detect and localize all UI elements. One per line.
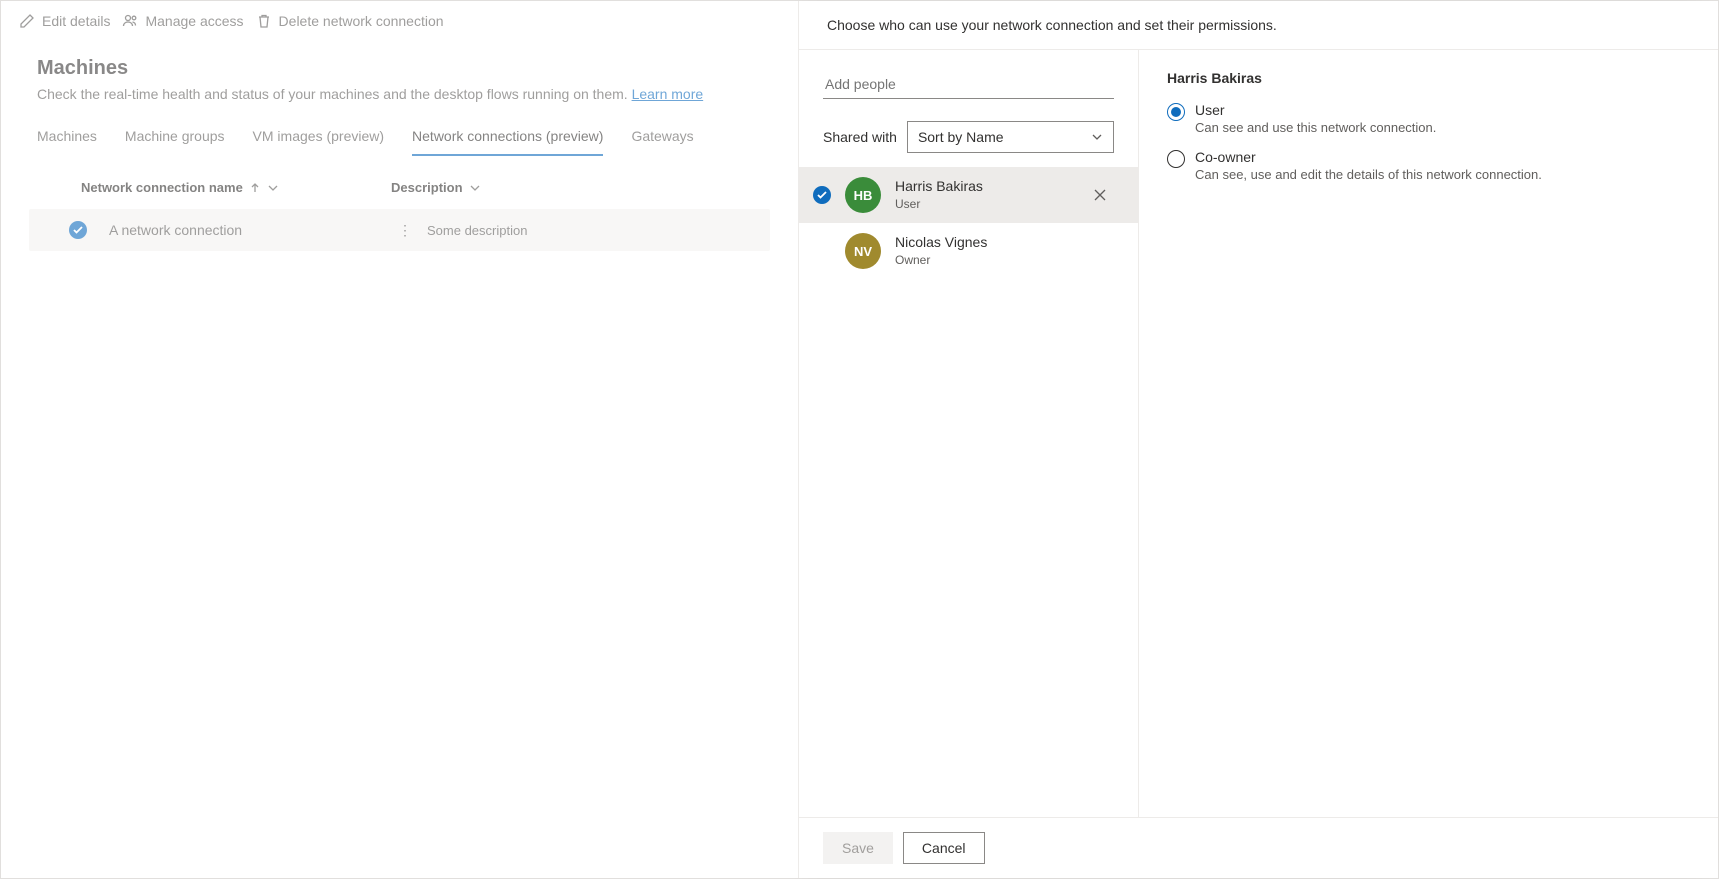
people-icon bbox=[122, 13, 138, 29]
row-description: Some description bbox=[427, 223, 527, 238]
person-selected-indicator bbox=[813, 186, 831, 204]
tab-machines[interactable]: Machines bbox=[37, 120, 97, 156]
learn-more-link[interactable]: Learn more bbox=[632, 86, 704, 102]
sort-dropdown-label: Sort by Name bbox=[918, 129, 1004, 145]
trash-icon bbox=[256, 13, 272, 29]
panel-header: Choose who can use your network connecti… bbox=[799, 1, 1718, 50]
page-title: Machines bbox=[37, 57, 762, 80]
person-name: Nicolas Vignes bbox=[895, 234, 1114, 251]
page-subtitle-text: Check the real-time health and status of… bbox=[37, 86, 632, 102]
manage-access-label: Manage access bbox=[145, 13, 243, 29]
chevron-down-icon bbox=[1091, 131, 1103, 143]
edit-details-button[interactable]: Edit details bbox=[19, 13, 110, 29]
avatar: HB bbox=[845, 177, 881, 213]
permission-user-label: User bbox=[1195, 102, 1436, 118]
edit-details-label: Edit details bbox=[42, 13, 110, 29]
pencil-icon bbox=[19, 13, 35, 29]
permission-user-option[interactable]: User Can see and use this network connec… bbox=[1167, 102, 1690, 135]
check-icon bbox=[73, 225, 83, 235]
sort-asc-icon bbox=[249, 182, 261, 194]
person-name: Harris Bakiras bbox=[895, 178, 1072, 195]
column-header-name[interactable]: Network connection name bbox=[81, 180, 391, 195]
person-row[interactable]: HB Harris Bakiras User bbox=[799, 167, 1138, 223]
manage-access-button[interactable]: Manage access bbox=[122, 13, 243, 29]
tab-network-connections[interactable]: Network connections (preview) bbox=[412, 120, 603, 156]
check-icon bbox=[817, 190, 827, 200]
radio-user[interactable] bbox=[1167, 103, 1185, 121]
delete-connection-label: Delete network connection bbox=[279, 13, 444, 29]
shared-with-label: Shared with bbox=[823, 129, 897, 145]
permission-coowner-label: Co-owner bbox=[1195, 149, 1542, 165]
chevron-down-icon bbox=[267, 182, 279, 194]
delete-connection-button[interactable]: Delete network connection bbox=[256, 13, 444, 29]
save-button: Save bbox=[823, 832, 893, 864]
add-people-input[interactable] bbox=[823, 70, 1114, 99]
table-row[interactable]: A network connection ⋮ Some description bbox=[29, 209, 770, 251]
close-icon bbox=[1094, 189, 1106, 201]
detail-title: Harris Bakiras bbox=[1167, 70, 1690, 86]
permission-user-desc: Can see and use this network connection. bbox=[1195, 120, 1436, 135]
column-header-desc-label: Description bbox=[391, 180, 463, 195]
permission-coowner-desc: Can see, use and edit the details of thi… bbox=[1195, 167, 1542, 182]
person-row[interactable]: NV Nicolas Vignes Owner bbox=[799, 223, 1138, 279]
cancel-button[interactable]: Cancel bbox=[903, 832, 985, 864]
sort-dropdown[interactable]: Sort by Name bbox=[907, 121, 1114, 153]
row-selected-check[interactable] bbox=[69, 221, 87, 239]
page-subtitle: Check the real-time health and status of… bbox=[37, 86, 762, 102]
row-overflow-menu[interactable]: ⋮ bbox=[393, 222, 417, 239]
radio-coowner[interactable] bbox=[1167, 150, 1185, 168]
tab-vm-images[interactable]: VM images (preview) bbox=[253, 120, 384, 156]
column-header-name-label: Network connection name bbox=[81, 180, 243, 195]
remove-person-button[interactable] bbox=[1086, 181, 1114, 209]
person-role: Owner bbox=[895, 253, 1114, 267]
tab-machine-groups[interactable]: Machine groups bbox=[125, 120, 225, 156]
avatar: NV bbox=[845, 233, 881, 269]
share-panel: Choose who can use your network connecti… bbox=[798, 1, 1718, 878]
person-role: User bbox=[895, 197, 1072, 211]
column-header-description[interactable]: Description bbox=[391, 180, 481, 195]
permission-coowner-option[interactable]: Co-owner Can see, use and edit the detai… bbox=[1167, 149, 1690, 182]
row-name: A network connection bbox=[109, 222, 393, 238]
tab-gateways[interactable]: Gateways bbox=[631, 120, 693, 156]
chevron-down-icon bbox=[469, 182, 481, 194]
